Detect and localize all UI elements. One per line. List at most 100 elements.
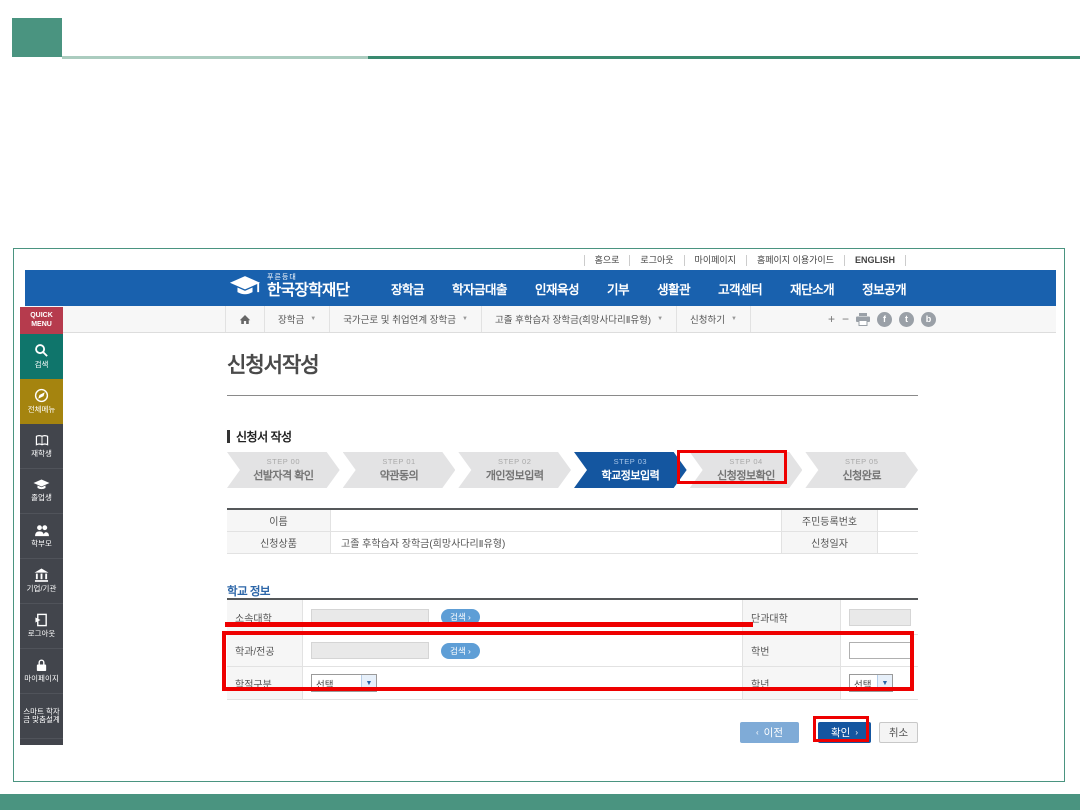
univ-search-button[interactable]: 검색 › [441, 609, 480, 625]
prev-button[interactable]: ‹ 이전 [740, 722, 799, 743]
compass-icon [34, 388, 49, 403]
slide-divider-dark [368, 56, 1080, 59]
school-info-table: 소속대학 검색 › 단과대학 학과/전공 검색 › 학번 학적구분 선택 [227, 598, 918, 700]
chevron-left-icon: ‹ [756, 728, 759, 737]
confirm-button[interactable]: 확인 › [818, 722, 871, 743]
blog-icon[interactable]: b [921, 312, 936, 327]
quick-menu-sidebar: QUICK MENU 검색 전체메뉴 재학생 졸업생 [20, 307, 63, 745]
step-label: 신청정보확인 [717, 467, 775, 483]
rrn-label: 주민등록번호 [781, 510, 877, 532]
univ-label: 소속대학 [227, 600, 302, 635]
select-value: 선택 [850, 675, 877, 691]
logout-icon [34, 613, 49, 627]
sidebar-item-all-menu[interactable]: 전체메뉴 [20, 379, 63, 424]
prev-label: 이전 [764, 725, 783, 740]
section-header: 신청서 작성 [227, 428, 292, 445]
apply-date-value [877, 532, 918, 554]
step-label: 선발자격 확인 [253, 467, 313, 483]
sidebar-item-institution[interactable]: 기업/기관 [20, 559, 63, 604]
cancel-label: 취소 [889, 725, 908, 740]
sidebar-label: 학부모 [31, 540, 52, 549]
sidebar-label: 로그아웃 [28, 630, 56, 639]
step-00: STEP 00 선발자격 확인 [227, 452, 340, 488]
sidebar-label: 마이페이지 [24, 675, 59, 684]
step-label: 약관동의 [380, 467, 418, 483]
lock-icon [35, 658, 48, 672]
college-input [849, 609, 911, 626]
student-id-cell [840, 635, 918, 667]
grade-label: 학년 [742, 667, 840, 700]
book-icon [34, 434, 50, 447]
grade-select[interactable]: 선택 ▼ [849, 674, 893, 692]
sidebar-label: 검색 [35, 361, 49, 370]
step-03-active: STEP 03 학교정보입력 [574, 452, 687, 488]
step-number: STEP 01 [382, 457, 415, 466]
name-value [330, 510, 781, 532]
step-label: 신청완료 [842, 467, 880, 483]
sidebar-label: 스마트 학자금 맞춤설계 [22, 708, 61, 725]
step-04: STEP 04 신청정보확인 [690, 452, 803, 488]
section-bar [227, 430, 230, 443]
title-divider [227, 395, 918, 396]
select-value: 선택 [312, 675, 361, 691]
dept-cell: 검색 › [302, 635, 742, 667]
section-title: 신청서 작성 [236, 428, 292, 445]
univ-input[interactable] [311, 609, 429, 626]
sidebar-label: 기업/기관 [27, 585, 57, 594]
step-05: STEP 05 신청완료 [805, 452, 918, 488]
college-cell [840, 600, 918, 635]
sidebar-item-graduate[interactable]: 졸업생 [20, 469, 63, 514]
search-icon [34, 343, 49, 358]
dept-search-button[interactable]: 검색 › [441, 643, 480, 659]
dept-input[interactable] [311, 642, 429, 659]
sidebar-label: 재학생 [31, 450, 52, 459]
chevron-down-icon: ▼ [877, 675, 892, 691]
product-value: 고졸 후학습자 장학금(희망사다리Ⅱ유형) [330, 532, 781, 554]
step-01: STEP 01 약관동의 [343, 452, 456, 488]
sidebar-label: 전체메뉴 [28, 406, 56, 415]
grade-cell: 선택 ▼ [840, 667, 918, 700]
step-number: STEP 04 [729, 457, 762, 466]
cancel-button[interactable]: 취소 [879, 722, 918, 743]
page-title: 신청서작성 [227, 349, 319, 379]
slide-corner-block [12, 18, 62, 57]
chevron-down-icon: ▼ [361, 675, 376, 691]
chevron-right-icon: › [855, 728, 858, 737]
apply-date-label: 신청일자 [781, 532, 877, 554]
slide-divider-light [62, 56, 368, 59]
enroll-cell: 선택 ▼ [302, 667, 742, 700]
graduation-cap-icon [33, 479, 50, 491]
sidebar-item-mypage[interactable]: 마이페이지 [20, 649, 63, 694]
step-label: 학교정보입력 [601, 467, 659, 483]
sidebar-item-parents[interactable]: 학부모 [20, 514, 63, 559]
step-number: STEP 05 [845, 457, 878, 466]
step-indicator: STEP 00 선발자격 확인 STEP 01 약관동의 STEP 02 개인정… [227, 452, 918, 488]
applicant-info-table: 이름 주민등록번호 신청상품 고졸 후학습자 장학금(희망사다리Ⅱ유형) 신청일… [227, 508, 918, 554]
sidebar-item-logout[interactable]: 로그아웃 [20, 604, 63, 649]
name-label: 이름 [227, 510, 330, 532]
step-number: STEP 02 [498, 457, 531, 466]
student-id-label: 학번 [742, 635, 840, 667]
screenshot-frame: 홈으로 로그아웃 마이페이지 홈페이지 이용가이드 ENGLISH 푸른등대 한… [13, 248, 1065, 782]
dept-label: 학과/전공 [227, 635, 302, 667]
student-id-input[interactable] [849, 642, 911, 659]
univ-cell: 검색 › [302, 600, 742, 635]
sidebar-item-search[interactable]: 검색 [20, 334, 63, 379]
step-number: STEP 00 [267, 457, 300, 466]
rrn-value [877, 510, 918, 532]
sidebar-label: 졸업생 [31, 494, 52, 503]
confirm-label: 확인 [831, 725, 850, 740]
sidebar-item-enrolled[interactable]: 재학생 [20, 424, 63, 469]
product-label: 신청상품 [227, 532, 330, 554]
sidebar-item-smart-plan[interactable]: 스마트 학자금 맞춤설계 [20, 694, 63, 739]
step-number: STEP 03 [614, 457, 647, 466]
slide-footer-bar [0, 794, 1080, 810]
main-content: 신청서작성 신청서 작성 STEP 00 선발자격 확인 STEP 01 약관동… [227, 249, 918, 783]
enroll-label: 학적구분 [227, 667, 302, 700]
enroll-select[interactable]: 선택 ▼ [311, 674, 377, 692]
quick-menu-title: QUICK MENU [20, 307, 63, 334]
college-label: 단과대학 [742, 600, 840, 635]
bank-icon [34, 568, 49, 582]
step-label: 개인정보입력 [486, 467, 544, 483]
school-info-title: 학교 정보 [227, 583, 270, 599]
